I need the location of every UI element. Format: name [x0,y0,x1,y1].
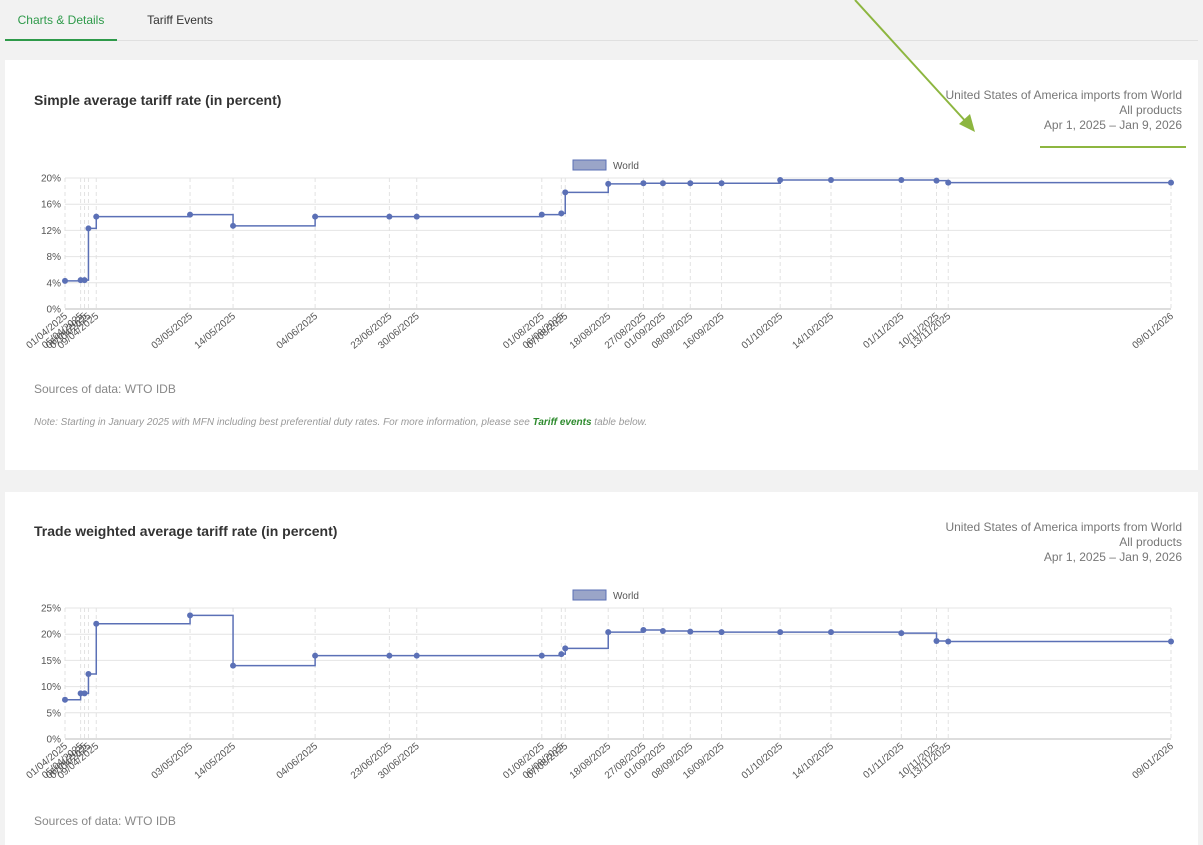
data-point [85,225,92,232]
y-tick-label: 15% [41,656,61,667]
x-tick-label: 09/01/2026 [1131,311,1177,352]
data-point [718,180,725,187]
data-point [558,210,565,217]
x-tick-label: 04/06/2025 [275,741,321,782]
data-point [687,628,694,635]
chart-title: Trade weighted average tariff rate (in p… [34,523,338,539]
legend-swatch [572,159,607,171]
data-point [413,652,420,659]
x-tick-label: 03/05/2025 [150,741,196,782]
y-tick-label: 4% [47,278,62,289]
chart-meta: United States of America imports from Wo… [945,88,1182,133]
y-tick-label: 16% [41,200,61,211]
data-point [640,180,647,187]
data-source: Sources of data: WTO IDB [34,382,176,396]
data-point [413,213,420,220]
data-source: Sources of data: WTO IDB [34,814,176,828]
data-point [1168,179,1174,186]
data-point [640,627,647,634]
legend: World [572,159,639,172]
trade-weighted-chart-card: Trade weighted average tariff rate (in p… [5,492,1198,845]
data-point [945,179,952,186]
meta-products: All products [1119,103,1182,117]
annotation-underline [1040,146,1186,148]
x-tick-label: 14/10/2025 [791,311,837,352]
data-point [93,213,100,220]
x-tick-label: 03/05/2025 [150,311,196,352]
tab-bar: Charts & Details Tariff Events [5,0,1198,41]
data-point [1168,638,1174,645]
data-point [386,652,393,659]
legend: World [572,589,639,602]
meta-products: All products [1119,535,1182,549]
legend-label: World [613,591,639,602]
data-point [187,211,194,218]
data-point [230,222,237,229]
meta-reporter: United States of America imports from Wo… [945,520,1182,534]
y-tick-label: 20% [41,630,61,641]
x-tick-label: 14/05/2025 [193,311,239,352]
y-tick-label: 5% [47,708,62,719]
x-tick-label: 04/06/2025 [275,311,321,352]
simple-average-chart-card: Simple average tariff rate (in percent) … [5,60,1198,470]
data-point [605,180,612,187]
data-point [777,176,784,183]
data-point [898,630,905,637]
data-point [933,177,940,184]
trade-weighted-line-chart: World0%5%10%15%20%25%01/04/202505/04/202… [25,589,1177,782]
x-tick-label: 09/01/2026 [1131,741,1177,782]
data-point [827,629,834,636]
data-point [187,612,194,619]
data-point [898,176,905,183]
data-point [659,628,666,635]
y-tick-label: 12% [41,226,61,237]
data-point [312,213,319,220]
data-point [687,180,694,187]
meta-reporter: United States of America imports from Wo… [945,88,1182,102]
x-tick-label: 14/10/2025 [791,741,837,782]
data-point [62,277,68,284]
data-point [62,696,68,703]
data-point [777,629,784,636]
data-point [605,629,612,636]
tab-charts-details[interactable]: Charts & Details [5,0,117,41]
data-point [945,638,952,645]
tariff-events-link[interactable]: Tariff events [533,417,592,428]
data-point [933,638,940,645]
data-point [562,189,569,196]
data-point [558,651,565,658]
data-point [312,652,319,659]
tab-tariff-events[interactable]: Tariff Events [135,0,225,40]
legend-swatch [572,589,607,601]
meta-date-range: Apr 1, 2025 – Jan 9, 2026 [1043,118,1182,132]
data-point [562,645,569,652]
y-tick-label: 25% [41,604,61,615]
x-tick-label: 01/10/2025 [740,311,786,352]
data-point [386,213,393,220]
data-point [85,671,92,678]
note-text: Note: Starting in January 2025 with MFN … [34,417,533,428]
data-point [81,690,88,697]
y-tick-label: 10% [41,682,61,693]
chart-title: Simple average tariff rate (in percent) [34,92,282,108]
data-point [538,211,545,218]
chart-note: Note: Starting in January 2025 with MFN … [34,417,647,428]
y-tick-label: 8% [47,252,62,263]
x-tick-label: 14/05/2025 [193,741,239,782]
x-tick-label: 01/10/2025 [740,741,786,782]
y-tick-label: 20% [41,174,61,185]
chart-meta: United States of America imports from Wo… [945,520,1182,565]
note-suffix: table below. [591,417,648,428]
data-point [538,652,545,659]
data-point [81,277,88,284]
meta-date-range: Apr 1, 2025 – Jan 9, 2026 [1043,550,1182,564]
data-point [659,180,666,187]
simple-average-line-chart: World0%4%8%12%16%20%01/04/202505/04/2025… [25,159,1177,352]
data-point [827,176,834,183]
data-point [718,629,725,636]
data-point [230,662,237,669]
data-point [93,620,100,627]
legend-label: World [613,161,639,172]
